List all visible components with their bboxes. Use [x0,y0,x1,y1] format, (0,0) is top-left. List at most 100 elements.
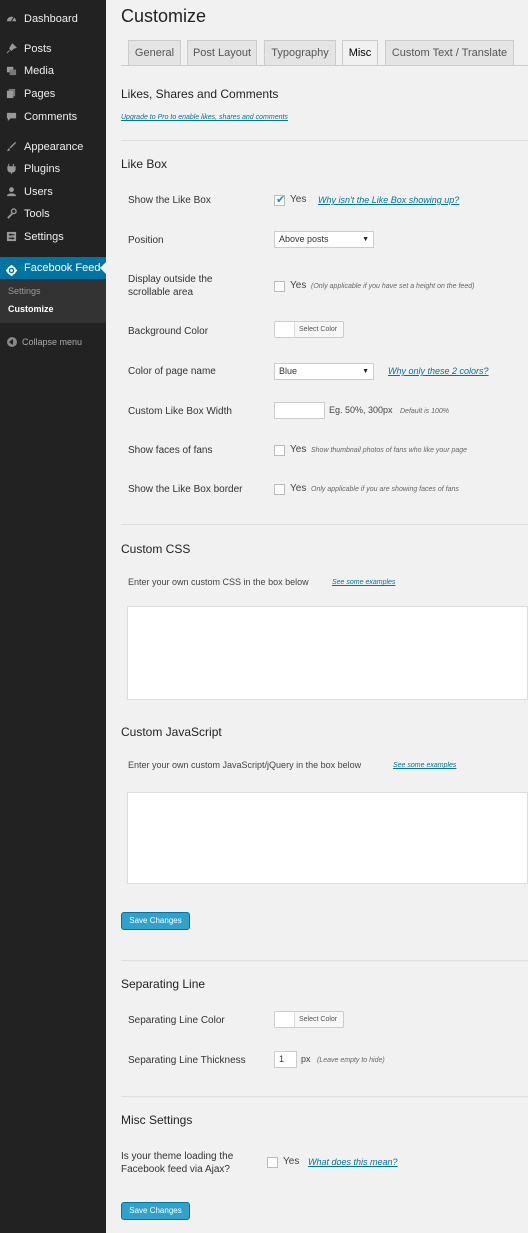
menu-item-label: Plugins [24,163,61,175]
collapse-icon [7,337,17,347]
chevron-down-icon: ▼ [362,368,369,375]
custom-width-default-note: Default is 100% [400,408,450,415]
ajax-label-line2: Facebook feed via Ajax? [121,1164,230,1175]
menu-item-users[interactable]: Users [0,181,106,203]
ajax-label-line1: Is your theme loading the [121,1151,234,1162]
collapse-menu-label: Collapse menu [22,337,83,347]
like-box-border-note: Only applicable if you are showing faces… [311,486,459,493]
submenu-item-customize[interactable]: Customize [8,304,54,314]
display-outside-label-line2: scrollable area [128,287,194,298]
section-divider [121,524,528,525]
like-box-border-label: Show the Like Box border [128,484,243,495]
show-faces-checkbox[interactable] [274,445,285,456]
tab-general[interactable]: General [128,40,181,65]
page-name-color-label: Color of page name [128,366,216,377]
custom-css-examples-link[interactable]: See some examples [332,579,395,586]
admin-sidebar: Dashboard Posts Media Pages Comments App… [0,0,106,1233]
display-outside-yes-label: Yes [290,280,307,291]
custom-width-label: Custom Like Box Width [128,406,232,417]
checkmark-icon: ✔ [276,194,286,206]
position-select-value: Above posts [279,234,329,244]
section-title-separating-line: Separating Line [121,977,206,991]
appearance-icon [6,141,17,152]
section-divider [121,960,528,961]
custom-js-textarea[interactable] [127,792,528,884]
comments-icon [6,111,17,122]
menu-item-dashboard[interactable]: Dashboard [0,8,106,30]
menu-item-label: Comments [24,111,78,123]
menu-item-comments[interactable]: Comments [0,106,106,128]
media-icon [6,65,17,76]
like-box-border-yes-label: Yes [290,483,307,494]
separating-line-thickness-label: Separating Line Thickness [128,1055,246,1066]
pages-icon [6,88,17,99]
show-faces-yes-label: Yes [290,444,307,455]
menu-item-media[interactable]: Media [0,60,106,82]
menu-item-tools[interactable]: Tools [0,203,106,225]
color-swatch [275,322,295,337]
select-color-label: Select Color [299,1016,338,1023]
menu-item-label: Users [24,186,53,198]
background-color-picker-button[interactable]: Select Color [274,321,344,338]
section-title-misc-settings: Misc Settings [121,1113,193,1127]
section-title-custom-js: Custom JavaScript [121,725,222,739]
like-box-help-link[interactable]: Why isn't the Like Box showing up? [318,195,459,205]
thickness-unit-label: px [301,1054,311,1064]
show-faces-note: Show thumbnail photos of fans who like y… [311,447,468,454]
display-outside-label-line1: Display outside the [128,274,213,285]
display-outside-checkbox[interactable] [274,281,285,292]
facebook-feed-icon [6,262,17,276]
main-content: Customize General Post Layout Typography… [106,0,528,1233]
tab-misc[interactable]: Misc [342,40,378,66]
menu-item-facebook-feed[interactable]: Facebook Feed [0,257,106,279]
section-title-like-box: Like Box [121,157,168,171]
menu-item-label: Media [24,65,54,77]
plugins-icon [6,163,17,174]
custom-js-examples-link[interactable]: See some examples [393,762,456,769]
ajax-help-link[interactable]: What does this mean? [308,1157,398,1167]
like-box-border-checkbox[interactable] [274,484,285,495]
position-select[interactable]: Above posts ▼ [274,231,374,248]
menu-item-settings[interactable]: Settings [0,226,106,248]
tab-post-layout[interactable]: Post Layout [187,40,257,65]
upgrade-pro-link[interactable]: Upgrade to Pro to enable likes, shares a… [121,114,288,121]
background-color-label: Background Color [128,326,209,337]
tab-custom-text-translate[interactable]: Custom Text / Translate [385,40,514,65]
menu-item-appearance[interactable]: Appearance [0,136,106,158]
custom-css-textarea[interactable] [127,606,528,700]
menu-item-label: Pages [24,88,56,100]
separating-line-color-picker-button[interactable]: Select Color [274,1011,344,1028]
menu-item-label: Tools [24,208,50,220]
collapse-menu-button[interactable]: Collapse menu [0,333,106,351]
ajax-checkbox[interactable] [267,1157,278,1168]
menu-item-pages[interactable]: Pages [0,83,106,105]
menu-item-plugins[interactable]: Plugins [0,158,106,180]
position-label: Position [128,235,164,246]
separating-line-thickness-input[interactable]: 1 [274,1051,297,1068]
show-like-box-yes-label: Yes [290,194,307,205]
page-name-color-help-link[interactable]: Why only these 2 colors? [388,366,489,376]
users-icon [6,186,17,197]
section-title-custom-css: Custom CSS [121,542,191,556]
save-changes-button[interactable]: Save Changes [121,912,190,930]
show-faces-label: Show faces of fans [128,445,213,456]
save-changes-button[interactable]: Save Changes [121,1202,190,1220]
show-like-box-checkbox[interactable]: ✔ [274,194,286,206]
tabs-baseline [121,65,528,66]
separating-line-color-label: Separating Line Color [128,1015,225,1026]
page-name-color-select[interactable]: Blue ▼ [274,363,374,380]
menu-item-posts[interactable]: Posts [0,38,106,60]
section-divider [121,1096,528,1097]
thickness-note: (Leave empty to hide) [317,1057,385,1064]
submenu-item-settings[interactable]: Settings [8,286,41,296]
tab-typography[interactable]: Typography [264,40,336,65]
menu-item-label: Facebook Feed [24,262,101,274]
display-outside-note: (Only applicable if you have set a heigh… [311,283,475,290]
page-name-color-value: Blue [279,366,298,376]
custom-width-hint: Eg. 50%, 300px [329,405,393,415]
color-swatch [275,1012,295,1027]
chevron-down-icon: ▼ [362,236,369,243]
settings-icon [6,231,17,242]
tools-icon [6,208,17,219]
custom-width-input[interactable] [274,402,325,419]
